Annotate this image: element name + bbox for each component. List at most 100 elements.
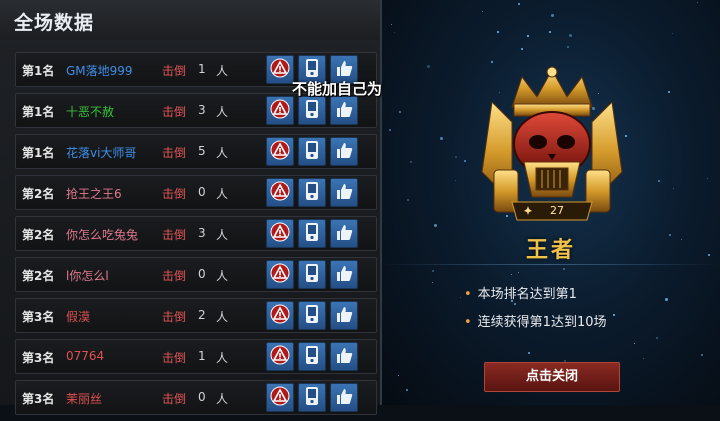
star-particle [407,199,409,201]
badge-level: 27 [550,204,564,217]
kill-unit: 人 [216,146,229,160]
report-button[interactable] [266,137,294,166]
thumbs-up-icon [334,386,354,410]
report-button[interactable] [266,96,294,125]
like-button[interactable] [330,137,358,166]
add-friend-button[interactable] [298,383,326,412]
achievement-item: • 连续获得第1达到10场 [464,315,607,330]
star-particle [567,46,569,48]
rank-label: 第2名 [22,187,55,201]
kill-label: 击倒 [162,146,187,160]
phone-icon [304,263,320,287]
report-button[interactable] [266,219,294,248]
kill-label: 击倒 [162,228,187,242]
star-particle [656,337,658,339]
thumbs-up-icon [334,304,354,328]
kill-count: 0 [198,185,206,199]
kill-unit: 人 [216,105,229,119]
phone-icon [304,386,320,410]
add-friend-button[interactable] [298,137,326,166]
player-row: 第3名 假漠 击倒 2 人 [15,298,377,333]
star-particle [668,91,670,93]
star-particle [697,2,698,3]
player-name[interactable]: 你怎么吃兔兔 [66,226,138,243]
star-particle [551,14,554,17]
close-button[interactable]: 点击关闭 [484,362,620,392]
kill-count: 1 [198,62,206,76]
thumbs-up-icon [334,222,354,246]
player-name[interactable]: GM落地999 [66,62,133,79]
star-particle [518,3,520,5]
kill-label: 击倒 [162,392,187,406]
star-particle [432,282,433,283]
kill-unit: 人 [216,310,229,324]
phone-icon [304,99,320,123]
rank-title: 王者 [525,238,576,263]
report-button[interactable] [266,55,294,84]
star-particle [521,48,523,50]
kill-label: 击倒 [162,310,187,324]
add-friend-button[interactable] [298,96,326,125]
star-particle [569,34,572,37]
add-friend-button[interactable] [298,301,326,330]
star-particle [398,375,399,376]
like-button[interactable] [330,342,358,371]
warning-icon [270,181,290,205]
star-particle [455,156,457,158]
like-button[interactable] [330,260,358,289]
kill-label: 击倒 [162,187,187,201]
rank-label: 第1名 [22,146,55,160]
warning-icon [270,304,290,328]
thumbs-up-icon [334,140,354,164]
report-button[interactable] [266,260,294,289]
star-particle [634,343,635,344]
star-particle [394,32,395,33]
thumbs-up-icon [334,181,354,205]
phone-icon [304,181,320,205]
star-particle [460,297,461,298]
player-name[interactable]: 07764 [66,349,104,363]
player-list: 第1名 GM落地999 击倒 1 人第1名 十恶不赦 击倒 3 人第1名 花落vi大师哥 击倒 5 人第… [15,52,377,421]
add-friend-button[interactable] [298,342,326,371]
phone-icon [304,304,320,328]
like-button[interactable] [330,96,358,125]
report-button[interactable] [266,178,294,207]
warning-icon [270,345,290,369]
star-particle [464,160,466,162]
add-friend-button[interactable] [298,219,326,248]
player-name[interactable]: 十恶不赦 [66,103,114,120]
player-name[interactable]: 抢王之王6 [66,185,122,202]
star-particle [518,272,519,273]
report-button[interactable] [266,383,294,412]
star-particle [399,111,401,113]
kill-count: 0 [198,267,206,281]
kill-label: 击倒 [162,351,187,365]
report-button[interactable] [266,301,294,330]
like-button[interactable] [330,219,358,248]
kill-unit: 人 [216,269,229,283]
warning-icon [270,222,290,246]
star-particle [406,389,408,391]
like-button[interactable] [330,383,358,412]
player-name[interactable]: 茉丽丝 [66,390,102,407]
add-friend-button[interactable] [298,178,326,207]
star-particle [658,180,660,182]
player-row: 第2名 抢王之王6 击倒 0 人 [15,175,377,210]
report-button[interactable] [266,342,294,371]
like-button[interactable] [330,301,358,330]
star-particle [440,137,443,140]
like-button[interactable] [330,178,358,207]
player-name[interactable]: l你怎么l [66,267,109,284]
phone-icon [304,222,320,246]
player-name[interactable]: 花落vi大师哥 [66,144,136,161]
kill-unit: 人 [216,351,229,365]
add-friend-button[interactable] [298,260,326,289]
star-particle [672,33,673,34]
kill-unit: 人 [216,228,229,242]
player-name[interactable]: 假漠 [66,308,90,325]
kill-unit: 人 [216,392,229,406]
result-panel: 27 王者 [382,0,720,405]
star-particle [527,35,529,37]
warning-icon [270,386,290,410]
kill-unit: 人 [216,187,229,201]
